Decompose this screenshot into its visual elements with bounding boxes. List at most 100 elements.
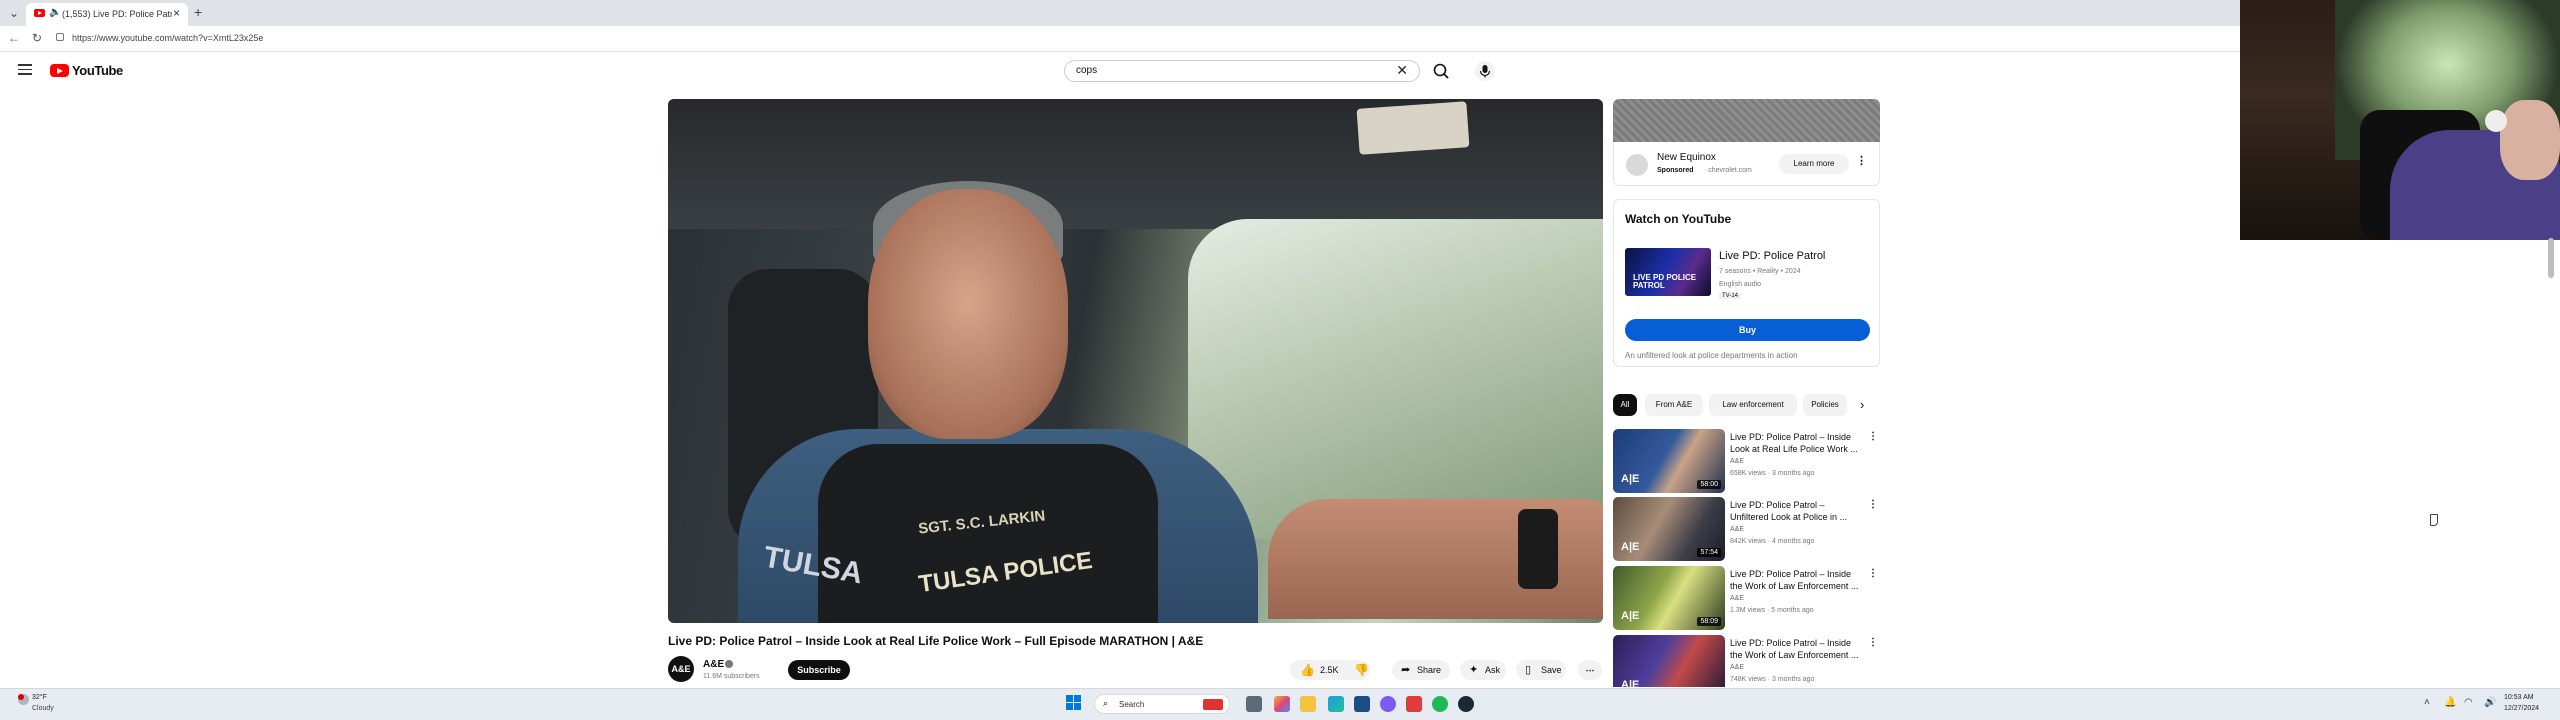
buy-button[interactable]: Buy	[1625, 319, 1870, 341]
thumbs-up-icon[interactable]: 👍	[1300, 660, 1315, 680]
speaker-icon[interactable]: 🔈	[49, 7, 61, 18]
ad-banner-image[interactable]	[1613, 99, 1880, 142]
recommendation-item[interactable]: A|E 57:54 Live PD: Police Patrol – Unfil…	[1613, 497, 1880, 561]
show-audio-language: English audio	[1719, 281, 1762, 288]
thumbs-down-icon[interactable]: 👎	[1354, 660, 1369, 680]
spotify-icon[interactable]	[1432, 696, 1448, 712]
task-view-icon[interactable]	[1246, 696, 1262, 712]
windows-start-icon[interactable]	[1066, 695, 1082, 711]
share-label: Share	[1417, 665, 1442, 675]
recommendation-thumbnail[interactable]: A|E	[1613, 635, 1725, 687]
recommendation-thumbnail[interactable]: A|E 58:09	[1613, 566, 1725, 630]
recommendation-channel[interactable]: A&E	[1730, 595, 1744, 602]
show-title[interactable]: Live PD: Police Patrol	[1719, 250, 1825, 262]
recommendation-title[interactable]: Live PD: Police Patrol – Inside Look at …	[1730, 431, 1865, 455]
recommendation-views: 842K views · 4 months ago	[1730, 538, 1815, 545]
chevron-right-icon[interactable]: ›	[1860, 394, 1864, 416]
webcam-headset	[2485, 110, 2507, 132]
recommendation-item[interactable]: A|E 58:09 Live PD: Police Patrol – Insid…	[1613, 566, 1880, 630]
clock-time[interactable]: 10:53 AM	[2504, 694, 2534, 701]
search-input[interactable]: cops ✕	[1064, 60, 1420, 82]
video-title: Live PD: Police Patrol – Inside Look at …	[668, 634, 1204, 648]
show-meta: 7 seasons • Reality • 2024	[1719, 268, 1801, 275]
like-count[interactable]: 2.5K	[1320, 660, 1339, 680]
video-player[interactable]: SGT. S.C. LARKIN TULSA POLICE TULSA	[668, 99, 1603, 623]
channel-name[interactable]: A&E	[703, 659, 724, 670]
video-duration: 58:00	[1697, 480, 1721, 489]
clear-search-icon[interactable]: ✕	[1396, 62, 1408, 79]
edge-browser-icon[interactable]	[1328, 696, 1344, 712]
recommendation-title[interactable]: Live PD: Police Patrol – Inside the Work…	[1730, 568, 1865, 592]
photos-app-icon[interactable]	[1274, 696, 1290, 712]
advertiser-logo[interactable]	[1626, 154, 1648, 176]
recommendation-thumbnail[interactable]: A|E 58:00	[1613, 429, 1725, 493]
steam-icon[interactable]	[1458, 696, 1474, 712]
chip-from-ae[interactable]: From A&E	[1645, 394, 1703, 416]
video-duration: 57:54	[1697, 548, 1721, 557]
notification-badge	[18, 694, 24, 700]
address-bar-row: ← ↻ https://www.youtube.com/watch?v=XmtL…	[0, 26, 2560, 52]
chip-policies[interactable]: Policies	[1803, 394, 1847, 416]
recommendation-menu-icon[interactable]: ⋮	[1868, 431, 1878, 442]
tab-list-dropdown-icon[interactable]: ⌄	[4, 3, 24, 23]
store-app-icon[interactable]	[1354, 696, 1370, 712]
clock-date[interactable]: 12/27/2024	[2504, 705, 2539, 712]
recommendation-menu-icon[interactable]: ⋮	[1868, 499, 1878, 510]
recommendation-views: 748K views · 3 months ago	[1730, 676, 1815, 683]
chip-all[interactable]: All	[1613, 394, 1637, 416]
recommendation-title[interactable]: Live PD: Police Patrol – Unfiltered Look…	[1730, 499, 1865, 523]
search-icon[interactable]	[1430, 60, 1452, 82]
save-button[interactable]: ▯ Save	[1516, 660, 1566, 680]
ad-sponsored-label: Sponsored	[1657, 167, 1694, 174]
recommendation-item[interactable]: A|E Live PD: Police Patrol – Inside the …	[1613, 635, 1880, 687]
microphone-icon[interactable]	[1474, 60, 1496, 82]
page-scrollbar[interactable]	[2548, 238, 2554, 278]
ad-title[interactable]: New Equinox	[1657, 152, 1716, 163]
channel-avatar[interactable]: A&E	[668, 656, 694, 682]
menu-icon[interactable]	[18, 64, 32, 76]
tray-volume-icon[interactable]: 🔊	[2484, 697, 2496, 708]
recommendation-channel[interactable]: A&E	[1730, 664, 1744, 671]
close-tab-icon[interactable]: ×	[173, 6, 180, 20]
show-rating-badge: TV-14	[1719, 293, 1742, 299]
youtube-play-logo-icon	[50, 64, 69, 77]
chip-law-enforcement[interactable]: Law enforcement	[1709, 394, 1797, 416]
site-info-icon[interactable]	[56, 33, 64, 41]
app-icon-red[interactable]	[1406, 696, 1422, 712]
url-field[interactable]: https://www.youtube.com/watch?v=XmtL23x2…	[72, 33, 263, 43]
watch-on-youtube-heading: Watch on YouTube	[1625, 212, 1732, 226]
verified-badge-icon	[725, 660, 733, 668]
recommendation-thumbnail[interactable]: A|E 57:54	[1613, 497, 1725, 561]
new-tab-plus-icon[interactable]: +	[194, 4, 202, 20]
recommendation-menu-icon[interactable]: ⋮	[1868, 637, 1878, 648]
browser-tab-active[interactable]: 🔈 (1,553) Live PD: Police Patrol - ×	[26, 3, 188, 26]
tray-notification-icon[interactable]: 🔔	[2444, 697, 2456, 708]
recommendation-channel[interactable]: A&E	[1730, 526, 1744, 533]
reload-icon[interactable]: ↻	[32, 31, 42, 45]
back-arrow-icon[interactable]: ←	[8, 31, 20, 45]
video-frame-visor	[1356, 101, 1470, 155]
file-explorer-icon[interactable]	[1300, 696, 1316, 712]
tray-chevron-up-icon[interactable]: ˄	[2424, 697, 2430, 708]
youtube-logo-text: YouTube	[72, 63, 123, 78]
weather-temperature[interactable]: 32°F	[32, 694, 47, 701]
recommendation-channel[interactable]: A&E	[1730, 458, 1744, 465]
share-button[interactable]: ➦ Share	[1392, 660, 1450, 680]
weather-condition[interactable]: Cloudy	[32, 705, 54, 712]
windows-taskbar: 32°F Cloudy ⌕ Search ˄ 🔔 ◠ 🔊 10:53 AM 12…	[0, 688, 2560, 720]
recommendation-item[interactable]: A|E 58:00 Live PD: Police Patrol – Insid…	[1613, 429, 1880, 493]
tray-wifi-icon[interactable]: ◠	[2464, 697, 2473, 708]
app-icon-purple[interactable]	[1380, 696, 1396, 712]
browser-tab-bar: ⌄ 🔈 (1,553) Live PD: Police Patrol - × +	[0, 0, 2560, 26]
video-frame-head	[868, 189, 1068, 439]
recommendation-title[interactable]: Live PD: Police Patrol – Inside the Work…	[1730, 637, 1865, 661]
recommendation-menu-icon[interactable]: ⋮	[1868, 568, 1878, 579]
ask-label: Ask	[1485, 665, 1501, 675]
show-thumbnail[interactable]: LIVE PD POLICE PATROL	[1625, 248, 1711, 296]
ask-button[interactable]: ✦ Ask	[1460, 660, 1506, 680]
learn-more-button[interactable]: Learn more	[1779, 154, 1849, 174]
subscribe-button[interactable]: Subscribe	[788, 660, 850, 680]
more-actions-icon[interactable]: ⋯	[1578, 660, 1602, 680]
taskbar-search-box[interactable]: ⌕ Search	[1094, 694, 1230, 714]
ad-menu-icon[interactable]: ⋮	[1856, 154, 1867, 167]
